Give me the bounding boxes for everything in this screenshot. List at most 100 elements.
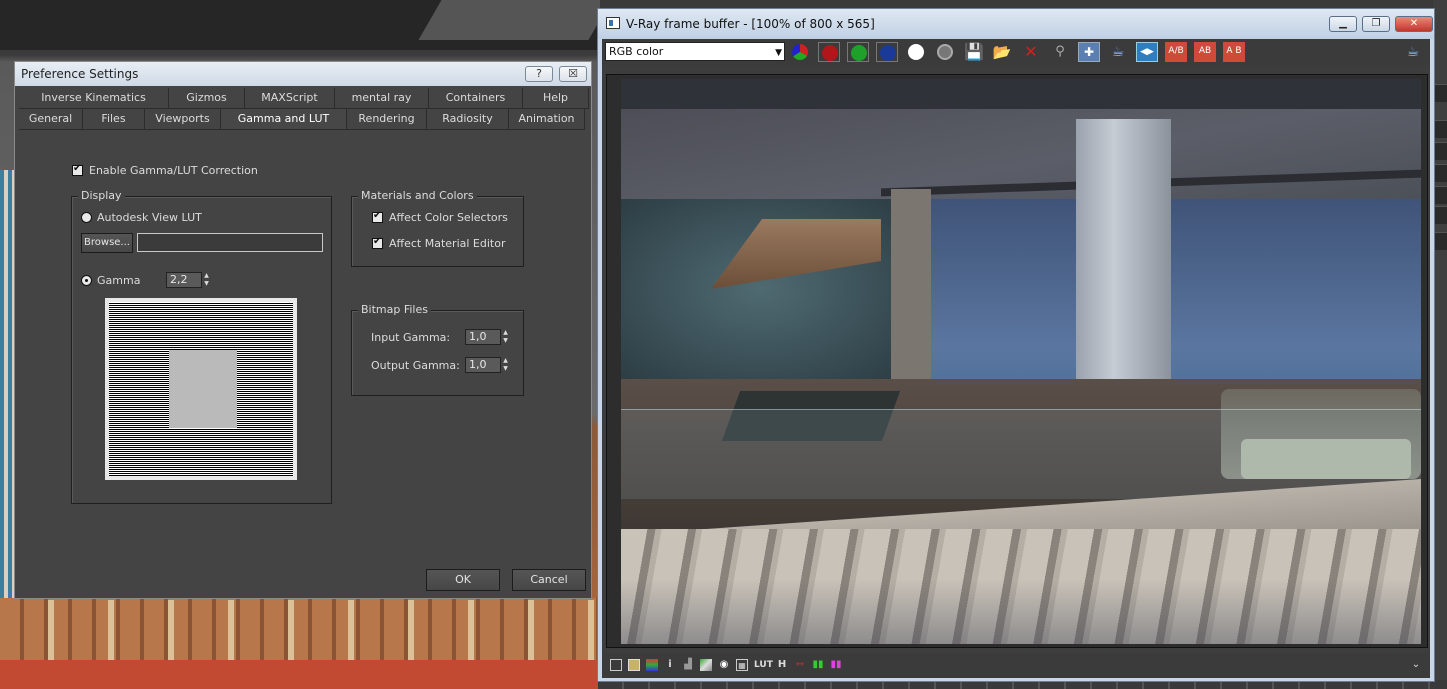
tab-files[interactable]: Files — [83, 109, 145, 130]
teapot-icon[interactable]: ☕ — [1402, 42, 1424, 62]
tab-gamma-and-lut[interactable]: Gamma and LUT — [221, 109, 347, 130]
tab-containers[interactable]: Containers — [429, 88, 523, 109]
render-frame — [606, 74, 1428, 648]
stereo-cyan-icon[interactable]: ▮▮ — [830, 659, 842, 671]
vfb-bottom-toolbar: i ▟ ◉ ▦ LUT H ⇿ ▮▮ ▮▮ ⌄ — [602, 653, 1430, 678]
right-panel-item[interactable] — [1433, 142, 1447, 160]
spinner-up-icon[interactable]: ▲ — [202, 272, 211, 280]
window-icon[interactable] — [610, 659, 622, 671]
chevron-down-icon: ▼ — [775, 48, 782, 58]
curve-icon[interactable] — [700, 659, 712, 671]
spinner-down-icon[interactable]: ▼ — [501, 337, 510, 345]
spinner-up-icon[interactable]: ▲ — [501, 329, 510, 337]
white-circle-icon — [908, 44, 924, 60]
input-gamma-value[interactable]: 1,0 — [465, 329, 501, 345]
tab-gizmos[interactable]: Gizmos — [169, 88, 245, 109]
input-gamma-spinner[interactable]: 1,0 ▲ ▼ — [465, 329, 510, 345]
stereo-red-green-icon[interactable]: ▮▮ — [812, 659, 824, 671]
preference-settings-dialog: Preference Settings ? ☒ Inverse Kinemati… — [14, 61, 592, 599]
maximize-button[interactable]: ❐ — [1362, 16, 1390, 32]
spinner-down-icon[interactable]: ▼ — [501, 365, 510, 373]
enable-gamma-label: Enable Gamma/LUT Correction — [89, 164, 258, 177]
history-icon[interactable] — [628, 659, 640, 671]
close-button[interactable]: ☒ — [559, 66, 587, 82]
levels-icon[interactable]: ▟ — [682, 659, 694, 671]
affect-color-selectors-checkbox[interactable] — [372, 210, 383, 223]
window-icon — [606, 17, 620, 29]
tab-animation[interactable]: Animation — [509, 109, 585, 130]
output-gamma-value[interactable]: 1,0 — [465, 357, 501, 373]
channel-select-value: RGB color — [609, 45, 664, 58]
pref-titlebar: Preference Settings ? ☒ — [15, 62, 591, 86]
info-icon[interactable]: i — [664, 659, 676, 671]
tab-rendering[interactable]: Rendering — [347, 109, 427, 130]
tab-maxscript[interactable]: MAXScript — [245, 88, 335, 109]
right-panel-item[interactable] — [1433, 164, 1447, 182]
compare-icon[interactable]: ◀▶ — [1136, 42, 1158, 62]
channel-select[interactable]: RGB color ▼ — [605, 42, 785, 61]
save-icon[interactable]: 💾 — [963, 42, 985, 62]
track-mouse-icon[interactable]: ⚲ — [1049, 42, 1071, 62]
expand-icon[interactable]: ⌄ — [1410, 659, 1422, 671]
vfb-titlebar: V-Ray frame buffer - [100% of 800 x 565]… — [598, 9, 1434, 39]
close-button[interactable]: ✕ — [1395, 16, 1433, 32]
browse-button[interactable]: Browse... — [81, 233, 133, 253]
gamma-spinner[interactable]: 2,2 ▲ ▼ — [166, 272, 211, 288]
glass-railing — [621, 409, 1421, 499]
open-folder-icon[interactable]: 📂 — [991, 42, 1013, 62]
render-teapot-icon[interactable]: ☕ — [1107, 42, 1129, 62]
right-panel-item[interactable] — [1433, 186, 1447, 204]
bitmap-group-title: Bitmap Files — [358, 303, 431, 317]
right-panel-item[interactable] — [1433, 232, 1447, 250]
lut-icon[interactable]: LUT — [754, 659, 773, 671]
ab-stack-icon[interactable]: A B — [1223, 42, 1245, 62]
clear-icon[interactable]: ✕ — [1020, 42, 1042, 62]
kitchen-pillar — [891, 189, 931, 409]
help-button[interactable]: ? — [525, 66, 553, 82]
cancel-button[interactable]: Cancel — [512, 569, 586, 591]
enable-gamma-checkbox[interactable] — [72, 163, 83, 176]
rendered-image[interactable] — [621, 79, 1421, 644]
gamma-test-pattern — [105, 298, 297, 480]
gamma-value[interactable]: 2,2 — [166, 272, 202, 288]
ab-vertical-icon[interactable]: AB — [1194, 42, 1216, 62]
green-channel-button[interactable] — [847, 42, 869, 62]
autodesk-lut-radio[interactable] — [81, 212, 92, 223]
right-panel-item[interactable] — [1433, 206, 1447, 224]
tab-viewports[interactable]: Viewports — [145, 109, 221, 130]
affect-material-editor-checkbox[interactable] — [372, 236, 383, 249]
affect-color-selectors-label: Affect Color Selectors — [389, 211, 508, 224]
rgb-display-button[interactable] — [789, 42, 811, 62]
viewport-beam — [418, 0, 600, 40]
tab-inverse-kinematics[interactable]: Inverse Kinematics — [19, 88, 169, 109]
output-gamma-spinner[interactable]: 1,0 ▲ ▼ — [465, 357, 510, 373]
right-panel-item[interactable] — [1433, 120, 1447, 138]
autodesk-lut-label: Autodesk View LUT — [97, 211, 202, 224]
output-gamma-label: Output Gamma: — [371, 359, 460, 372]
tab-mental-ray[interactable]: mental ray — [335, 88, 429, 109]
tiles-shade — [621, 579, 1421, 644]
exposure-icon[interactable]: ◉ — [718, 659, 730, 671]
ok-button[interactable]: OK — [426, 569, 500, 591]
hdr-icon[interactable]: H — [776, 659, 788, 671]
gray-circle-icon — [937, 44, 953, 60]
srgb-icon[interactable]: ▦ — [736, 659, 748, 671]
red-channel-button[interactable] — [818, 42, 840, 62]
minimize-button[interactable]: ▁ — [1329, 16, 1357, 32]
alpha-button[interactable] — [905, 42, 927, 62]
mono-button[interactable] — [934, 42, 956, 62]
ab-horizontal-icon[interactable]: A/B — [1165, 42, 1187, 62]
blue-channel-button[interactable] — [876, 42, 898, 62]
tab-help[interactable]: Help — [523, 88, 589, 109]
lut-path-field[interactable] — [137, 233, 323, 252]
tab-radiosity[interactable]: Radiosity — [427, 109, 509, 130]
green-circle-icon — [851, 45, 867, 61]
spinner-down-icon[interactable]: ▼ — [202, 280, 211, 288]
spinner-up-icon[interactable]: ▲ — [501, 357, 510, 365]
tab-general[interactable]: General — [19, 109, 83, 130]
gamma-radio[interactable] — [81, 275, 92, 286]
region-render-icon[interactable]: ✚ — [1078, 42, 1100, 62]
right-panel-item[interactable] — [1433, 84, 1447, 102]
pixel-aspect-icon[interactable]: ⇿ — [794, 659, 806, 671]
color-correction-icon[interactable] — [646, 659, 658, 671]
